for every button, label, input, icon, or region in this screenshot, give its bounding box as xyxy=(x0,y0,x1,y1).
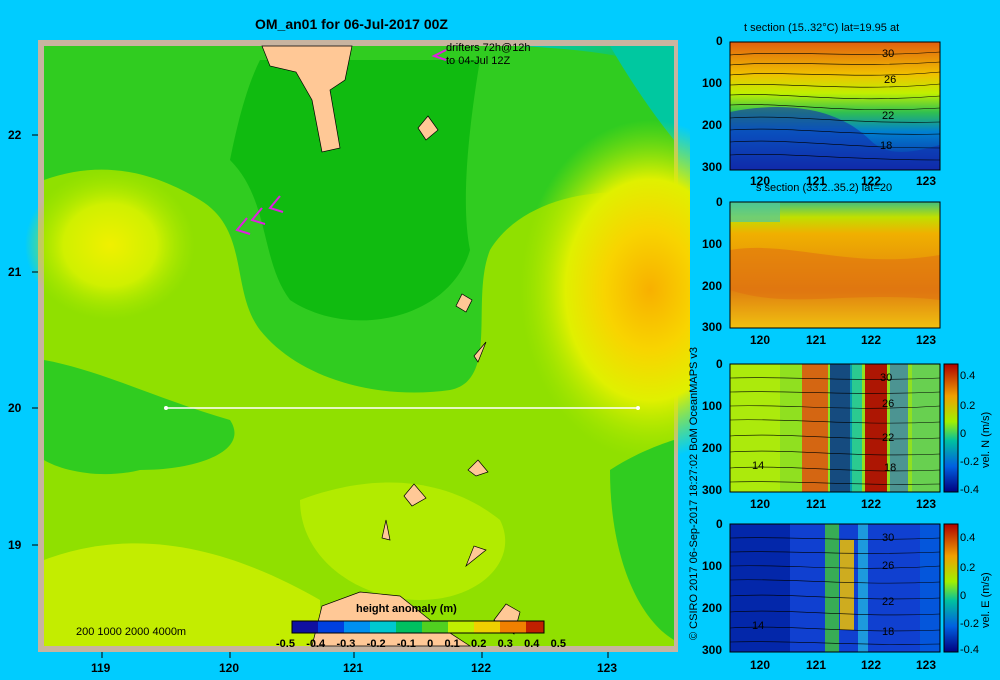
vel-e-colorbar xyxy=(943,523,959,653)
contour-label: 30 xyxy=(880,372,893,384)
depth-tick: 0 xyxy=(716,34,723,48)
side-panels xyxy=(729,41,959,653)
main-map xyxy=(25,40,690,658)
lat-tick: 20 xyxy=(8,401,22,415)
colorbar-tick: 0.1 xyxy=(444,638,460,650)
panel-lon-tick: 120 xyxy=(750,174,771,188)
vel-tick: -0.2 xyxy=(960,618,979,630)
vel-tick: -0.4 xyxy=(960,484,979,496)
contour-label: 14 xyxy=(752,460,765,472)
panel-lon-tick: 122 xyxy=(861,174,882,188)
colorbar-tick: -0.3 xyxy=(336,638,356,650)
s-section-plot xyxy=(729,201,941,329)
colorbar-tick: 0.4 xyxy=(524,638,540,650)
panel-lon-tick: 120 xyxy=(750,497,771,511)
contour-label: 18 xyxy=(882,626,895,638)
vel-e-plot xyxy=(729,523,959,653)
lon-tick: 122 xyxy=(471,661,492,675)
vel-tick: 0.2 xyxy=(960,562,976,574)
panel-lon-tick: 121 xyxy=(806,333,827,347)
colorbar-tick: -0.2 xyxy=(366,638,386,650)
panel-lon-tick: 122 xyxy=(861,333,882,347)
vel-tick: -0.2 xyxy=(960,456,979,468)
panel-lon-tick: 121 xyxy=(806,658,827,672)
colorbar-label: height anomaly (m) xyxy=(356,603,457,615)
vel-n-colorbar xyxy=(943,363,959,493)
colorbar-tick: 0.2 xyxy=(471,638,487,650)
lat-tick: 22 xyxy=(8,128,22,142)
contour-label: 30 xyxy=(882,532,895,544)
vel-tick: 0 xyxy=(960,590,967,602)
t-section-plot xyxy=(729,41,941,171)
contour-label: 22 xyxy=(882,432,895,444)
panel-lon-tick: 123 xyxy=(916,174,937,188)
depth-tick: 300 xyxy=(702,643,723,657)
panel-lon-tick: 123 xyxy=(916,497,937,511)
contour-label: 22 xyxy=(882,596,895,608)
depth-tick: 300 xyxy=(702,320,723,334)
contour-label: 22 xyxy=(882,110,895,122)
depth-tick: 300 xyxy=(702,160,723,174)
lon-tick: 123 xyxy=(597,661,618,675)
panel-lon-tick: 122 xyxy=(861,497,882,511)
vel-e-label: vel. E (m/s) xyxy=(980,572,992,628)
colorbar-tick: 0.5 xyxy=(550,638,566,650)
drifter-note-1: drifters 72h@12h xyxy=(446,42,531,54)
vel-tick: 0.4 xyxy=(960,532,976,544)
contour-label: 26 xyxy=(882,398,895,410)
contour-label: 30 xyxy=(882,48,895,60)
lat-tick: 19 xyxy=(8,538,22,552)
depth-tick: 100 xyxy=(702,237,723,251)
contour-label: 14 xyxy=(752,620,765,632)
depth-tick: 0 xyxy=(716,517,723,531)
vel-tick: 0.2 xyxy=(960,400,976,412)
panel-lon-tick: 120 xyxy=(750,658,771,672)
colorbar-tick: -0.5 xyxy=(276,638,295,650)
vel-n-label: vel. N (m/s) xyxy=(980,411,992,468)
depth-tick: 200 xyxy=(702,279,723,293)
depth-tick: 300 xyxy=(702,483,723,497)
depth-tick: 100 xyxy=(702,559,723,573)
contour-label: 18 xyxy=(884,462,897,474)
colorbar-tick: 0 xyxy=(427,638,434,650)
lon-tick: 121 xyxy=(343,661,364,675)
depth-tick: 200 xyxy=(702,601,723,615)
panel-lon-tick: 121 xyxy=(806,174,827,188)
panel-lon-tick: 120 xyxy=(750,333,771,347)
contour-label: 26 xyxy=(882,560,895,572)
vel-tick: -0.4 xyxy=(960,644,979,656)
panel-lon-tick: 122 xyxy=(861,658,882,672)
depth-tick: 100 xyxy=(702,399,723,413)
panel-lon-tick: 121 xyxy=(806,497,827,511)
lon-tick: 120 xyxy=(219,661,240,675)
lat-tick: 21 xyxy=(8,265,22,279)
depth-tick: 0 xyxy=(716,357,723,371)
vel-n-plot xyxy=(729,363,959,493)
lon-tick: 119 xyxy=(91,661,111,675)
vel-tick: 0.4 xyxy=(960,370,976,382)
drifter-note-2: to 04-Jul 12Z xyxy=(446,55,511,67)
depth-tick: 0 xyxy=(716,195,723,209)
panel-lon-tick: 123 xyxy=(916,658,937,672)
colorbar-ticks: -0.5 -0.4 -0.3 -0.2 -0.1 0 0.1 0.2 0.3 0… xyxy=(276,638,566,650)
colorbar-tick: -0.4 xyxy=(306,638,326,650)
vel-tick: 0 xyxy=(960,428,967,440)
map-field xyxy=(25,45,690,647)
t-section-title: t section (15..32°C) lat=19.95 at xyxy=(744,22,900,34)
contour-label: 26 xyxy=(884,74,897,86)
depth-legend: 200 1000 2000 4000m xyxy=(76,626,187,638)
panel-lon-tick: 123 xyxy=(916,333,937,347)
colorbar-tick: -0.1 xyxy=(396,638,416,650)
height-colorbar xyxy=(291,620,545,634)
depth-tick: 100 xyxy=(702,76,723,90)
colorbar-tick: 0.3 xyxy=(497,638,513,650)
contour-label: 18 xyxy=(880,140,893,152)
depth-tick: 200 xyxy=(702,441,723,455)
depth-tick: 200 xyxy=(702,118,723,132)
